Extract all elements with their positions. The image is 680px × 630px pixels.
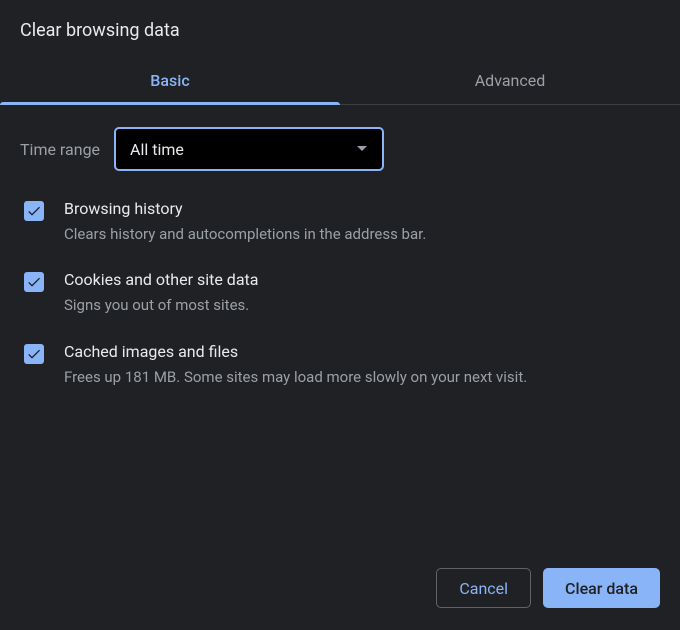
check-icon: [26, 346, 42, 362]
time-range-value: All time: [130, 140, 356, 159]
clear-browsing-data-dialog: Clear browsing data Basic Advanced Time …: [0, 0, 680, 630]
chevron-down-icon: [356, 142, 368, 156]
tab-advanced-label: Advanced: [475, 71, 546, 90]
active-tab-indicator: [0, 102, 340, 105]
checkbox-cookies[interactable]: [24, 272, 44, 292]
time-range-label: Time range: [20, 140, 100, 159]
cancel-button-label: Cancel: [459, 579, 508, 598]
option-title: Cached images and files: [64, 342, 527, 361]
option-text: Cookies and other site data Signs you ou…: [64, 270, 258, 315]
option-desc: Signs you out of most sites.: [64, 295, 258, 315]
tabs-container: Basic Advanced: [0, 59, 680, 105]
clear-data-button[interactable]: Clear data: [543, 568, 660, 608]
option-title: Browsing history: [64, 199, 426, 218]
option-text: Cached images and files Frees up 181 MB.…: [64, 342, 527, 387]
clear-data-button-label: Clear data: [565, 579, 638, 598]
option-title: Cookies and other site data: [64, 270, 258, 289]
option-browsing-history: Browsing history Clears history and auto…: [20, 199, 660, 244]
tab-advanced[interactable]: Advanced: [340, 59, 680, 104]
dialog-title: Clear browsing data: [0, 0, 680, 59]
option-cookies: Cookies and other site data Signs you ou…: [20, 270, 660, 315]
option-desc: Frees up 181 MB. Some sites may load mor…: [64, 367, 527, 387]
checkbox-cache[interactable]: [24, 344, 44, 364]
option-cache: Cached images and files Frees up 181 MB.…: [20, 342, 660, 387]
option-text: Browsing history Clears history and auto…: [64, 199, 426, 244]
checkbox-browsing-history[interactable]: [24, 201, 44, 221]
tab-basic[interactable]: Basic: [0, 59, 340, 104]
cancel-button[interactable]: Cancel: [436, 568, 531, 608]
option-desc: Clears history and autocompletions in th…: [64, 224, 426, 244]
check-icon: [26, 274, 42, 290]
dialog-footer: Cancel Clear data: [0, 552, 680, 630]
time-range-select[interactable]: All time: [114, 127, 384, 171]
dialog-content: Time range All time Browsing history Cle…: [0, 105, 680, 552]
check-icon: [26, 203, 42, 219]
time-range-row: Time range All time: [20, 127, 660, 171]
tab-basic-label: Basic: [150, 71, 189, 90]
